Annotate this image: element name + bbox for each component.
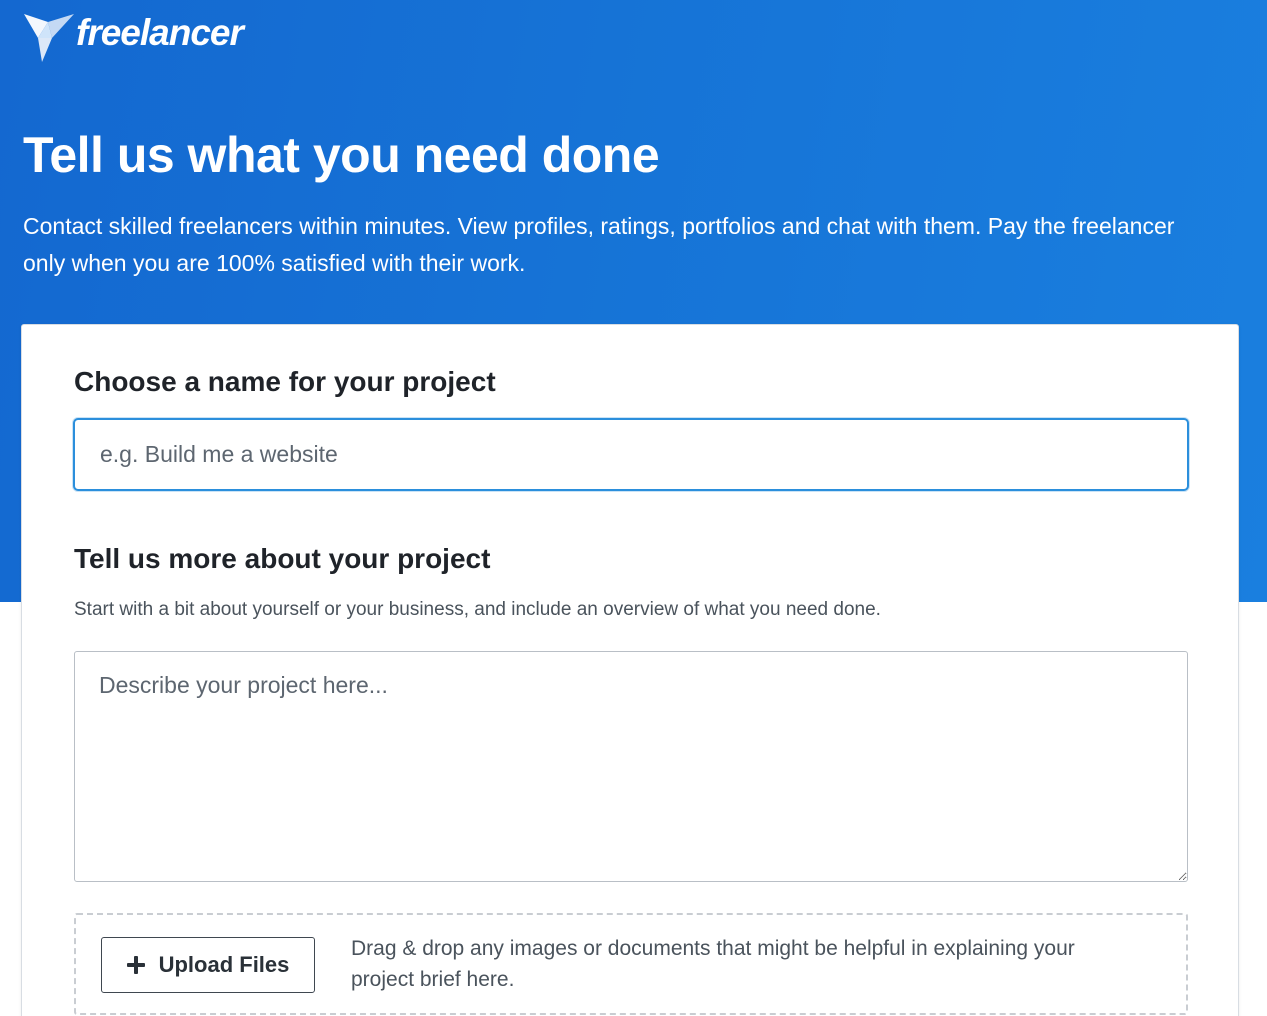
page-title: Tell us what you need done (23, 127, 660, 183)
file-dropzone[interactable]: Upload Files Drag & drop any images or d… (74, 913, 1188, 1015)
project-form-card: Choose a name for your project Tell us m… (21, 324, 1239, 1016)
upload-files-label: Upload Files (158, 952, 290, 977)
plus-icon (126, 956, 145, 974)
project-name-input[interactable] (73, 418, 1189, 491)
project-details-label: Tell us more about your project (74, 543, 491, 574)
upload-files-button[interactable]: Upload Files (101, 937, 315, 993)
project-description-textarea[interactable] (74, 651, 1188, 882)
project-details-helper: Start with a bit about yourself or your … (74, 599, 881, 620)
freelancer-bird-icon (24, 14, 74, 62)
page-subtitle: Contact skilled freelancers within minut… (23, 213, 1175, 276)
brand-name: freelancer (76, 12, 244, 53)
freelancer-logo[interactable]: freelancer (22, 8, 244, 64)
project-name-label: Choose a name for your project (74, 366, 496, 397)
upload-hint: Drag & drop any images or documents that… (351, 937, 1075, 991)
